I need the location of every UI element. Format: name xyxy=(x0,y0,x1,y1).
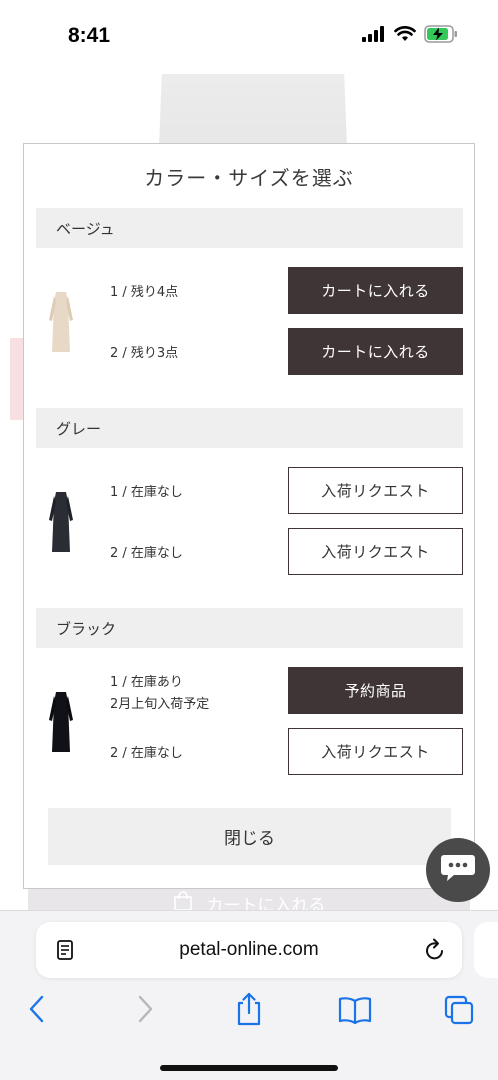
modal-title: カラー・サイズを選ぶ xyxy=(144,166,354,190)
next-tab-preview[interactable] xyxy=(474,922,498,978)
size-label: 2 / 在庫なし xyxy=(110,746,183,761)
size-label: 2 / 残り3点 xyxy=(110,346,179,361)
forward-icon[interactable] xyxy=(134,991,156,1031)
chat-icon xyxy=(440,853,476,887)
signal-icon xyxy=(362,26,386,46)
preorder-button[interactable]: 予約商品 xyxy=(288,667,463,714)
size-label: 1 / 在庫あり xyxy=(110,675,183,690)
size-label: 2 / 在庫なし xyxy=(110,546,183,561)
dress-thumbnail-beige xyxy=(46,290,76,354)
status-bar: 8:41 xyxy=(0,0,498,70)
status-icons xyxy=(362,25,458,47)
close-button[interactable]: 閉じる xyxy=(48,808,451,865)
share-icon[interactable] xyxy=(234,991,264,1031)
url-text: petal-online.com xyxy=(179,939,319,960)
dress-thumbnail-gray xyxy=(46,490,76,554)
color-size-modal: カラー・サイズを選ぶ ベージュ 1 / 残り4点 カートに入れる 2 / 残り3… xyxy=(23,143,475,889)
color-header-beige: ベージュ xyxy=(36,208,463,248)
bookmarks-icon[interactable] xyxy=(338,991,372,1031)
size-label: 1 / 残り4点 xyxy=(110,285,179,300)
back-icon[interactable] xyxy=(26,991,48,1031)
tabs-icon[interactable] xyxy=(444,991,476,1031)
address-bar[interactable]: petal-online.com xyxy=(36,922,462,978)
reload-icon[interactable] xyxy=(424,938,446,966)
home-indicator xyxy=(160,1065,338,1071)
add-to-cart-button[interactable]: カートに入れる xyxy=(288,267,463,314)
chat-button[interactable] xyxy=(426,838,490,902)
background-banner xyxy=(10,338,24,420)
restock-note: 2月上旬入荷予定 xyxy=(110,697,210,712)
dress-thumbnail-black xyxy=(46,690,76,754)
add-to-cart-button[interactable]: カートに入れる xyxy=(288,328,463,375)
restock-request-button[interactable]: 入荷リクエスト xyxy=(288,467,463,514)
restock-request-button[interactable]: 入荷リクエスト xyxy=(288,728,463,775)
browser-toolbar xyxy=(0,991,498,1035)
battery-charging-icon xyxy=(424,25,458,47)
color-header-gray: グレー xyxy=(36,408,463,448)
restock-request-button[interactable]: 入荷リクエスト xyxy=(288,528,463,575)
size-label: 1 / 在庫なし xyxy=(110,485,183,500)
color-header-black: ブラック xyxy=(36,608,463,648)
status-time: 8:41 xyxy=(68,24,111,47)
wifi-icon xyxy=(394,26,416,46)
browser-bottom-bar: petal-online.com xyxy=(0,910,498,1080)
